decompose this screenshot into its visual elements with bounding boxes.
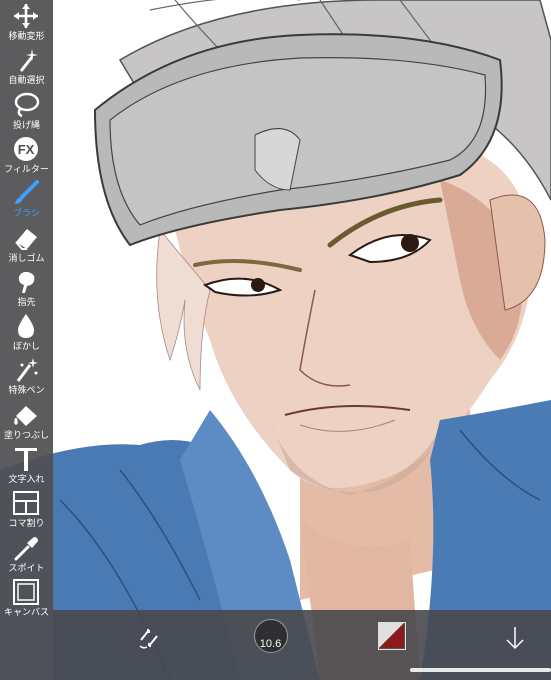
- tool-label: 文字入れ: [8, 475, 45, 485]
- eyedropper-icon: [12, 535, 40, 561]
- text-t-icon: [12, 446, 40, 472]
- blur-drop-icon: [12, 313, 40, 339]
- tool-palette: 移動変形自動選択投げ縄 FX フィルターブラシ消しゴム指先ぼかし特殊ペン塗りつぶし文…: [0, 0, 53, 680]
- fx-icon: FX: [12, 136, 40, 162]
- brush-size-icon[interactable]: 10.6: [254, 619, 288, 653]
- tool-blur[interactable]: ぼかし: [0, 312, 53, 356]
- home-indicator: [410, 668, 551, 672]
- panel-divide-icon: [12, 490, 40, 516]
- tool-label: 移動変形: [8, 32, 45, 42]
- tool-label: 投げ縄: [12, 120, 40, 131]
- download-arrow-icon[interactable]: [503, 624, 527, 652]
- tool-label: ぼかし: [12, 342, 40, 353]
- tool-label: 消しゴム: [8, 253, 45, 264]
- undo-redo-icon[interactable]: [135, 624, 163, 652]
- magic-wand-icon: [12, 47, 40, 73]
- tool-lasso[interactable]: 投げ縄: [0, 91, 53, 135]
- canvas-frame-icon: [12, 578, 40, 605]
- tool-auto-select[interactable]: 自動選択: [0, 46, 53, 90]
- lasso-icon: [12, 92, 40, 118]
- tool-eraser[interactable]: 消しゴム: [0, 224, 53, 268]
- tool-eyedropper[interactable]: スポイト: [0, 534, 53, 578]
- tool-frame-divide[interactable]: コマ割り: [0, 489, 53, 533]
- tool-label: 指先: [17, 297, 36, 308]
- tool-label: 特殊ペン: [8, 386, 45, 397]
- tool-label: キャンバス: [3, 607, 49, 618]
- tool-canvas[interactable]: キャンバス: [0, 578, 53, 622]
- color-swatch-icon[interactable]: [378, 622, 406, 650]
- tool-label: コマ割り: [8, 519, 45, 530]
- tool-finger[interactable]: 指先: [0, 268, 53, 312]
- tool-label: 塗りつぶし: [3, 430, 50, 441]
- paint-bucket-icon: [12, 402, 40, 428]
- tool-label: 自動選択: [8, 76, 45, 87]
- tool-label: ブラシ: [13, 209, 40, 220]
- move-arrows-icon: [12, 3, 40, 29]
- tool-move-transform[interactable]: 移動変形: [0, 2, 53, 46]
- tool-brush[interactable]: ブラシ: [0, 179, 53, 223]
- tool-filter[interactable]: FX フィルター: [0, 135, 53, 179]
- drawing-canvas[interactable]: [0, 0, 551, 680]
- tool-fill[interactable]: 塗りつぶし: [0, 401, 53, 445]
- brush-size-value: 10.6: [259, 638, 282, 650]
- tool-special-pen[interactable]: 特殊ペン: [0, 356, 53, 400]
- eraser-icon: [12, 225, 40, 251]
- tool-label: フィルター: [4, 164, 49, 175]
- tool-text[interactable]: 文字入れ: [0, 445, 53, 489]
- svg-text:FX: FX: [18, 142, 35, 157]
- smudge-finger-icon: [12, 269, 40, 295]
- tool-label: スポイト: [8, 563, 45, 574]
- brush-icon: [12, 180, 40, 206]
- sparkle-pen-icon: [12, 357, 40, 383]
